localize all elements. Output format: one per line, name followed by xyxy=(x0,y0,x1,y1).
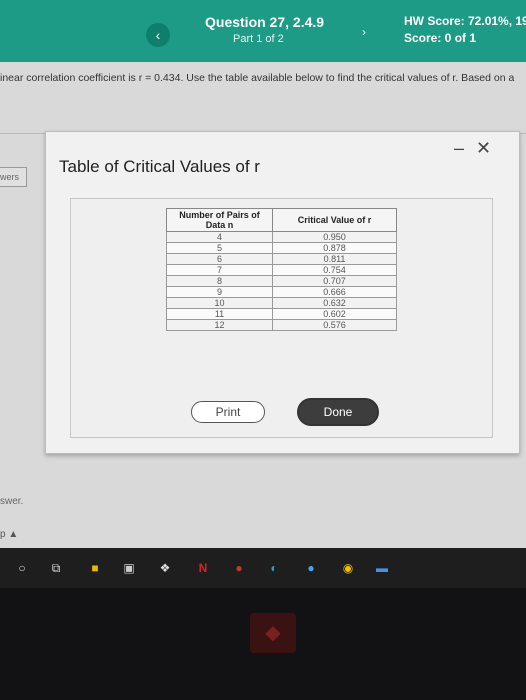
chevron-right-icon: › xyxy=(362,25,366,39)
critical-values-dialog: – ✕ Table of Critical Values of r Number… xyxy=(45,131,520,454)
next-question-button[interactable]: › xyxy=(362,25,366,39)
critical-value-cell: 0.754 xyxy=(272,264,397,276)
table-row: 11 0.602 xyxy=(166,308,397,320)
critical-value-cell: 0.602 xyxy=(272,308,397,320)
question-score: Score: 0 of 1 xyxy=(404,31,477,45)
pairs-cell: 6 xyxy=(166,253,273,265)
task-view-icon[interactable]: ⧉ xyxy=(48,560,64,576)
browser-screen: ‹ Question 27, 2.4.9 Part 1 of 2 › HW Sc… xyxy=(0,0,526,548)
question-part: Part 1 of 2 xyxy=(233,33,284,45)
pairs-cell: 5 xyxy=(166,242,273,254)
edge-icon[interactable]: ◐ xyxy=(266,560,282,576)
app-blue-icon-2[interactable]: ▬ xyxy=(374,560,390,576)
dialog-title: Table of Critical Values of r xyxy=(59,157,260,176)
table-row: 6 0.811 xyxy=(166,253,397,265)
column-header-r: Critical Value of r xyxy=(272,208,397,232)
critical-value-cell: 0.950 xyxy=(272,231,397,243)
chevron-left-icon: ‹ xyxy=(155,27,161,43)
answer-label: swer. xyxy=(0,496,24,507)
close-button[interactable]: ✕ xyxy=(476,138,491,159)
pairs-cell: 10 xyxy=(166,297,273,309)
answers-tab[interactable]: wers xyxy=(0,167,27,187)
critical-value-cell: 0.878 xyxy=(272,242,397,254)
laptop-logo-icon: ◆ xyxy=(250,613,296,653)
app-blue-icon[interactable]: ● xyxy=(303,560,319,576)
chrome-icon[interactable]: ◉ xyxy=(340,560,356,576)
pairs-cell: 11 xyxy=(166,308,273,320)
column-header-n: Number of Pairs of Data n xyxy=(166,208,273,232)
close-icon: ✕ xyxy=(476,138,492,158)
minimize-button[interactable]: – xyxy=(454,138,464,159)
critical-values-table: Number of Pairs of Data n Critical Value… xyxy=(166,208,397,331)
dropbox-icon[interactable]: ❖ xyxy=(157,560,173,576)
table-row: 9 0.666 xyxy=(166,286,397,298)
question-header: ‹ Question 27, 2.4.9 Part 1 of 2 › HW Sc… xyxy=(0,0,526,62)
side-arrow-label: p ▲ xyxy=(0,529,19,540)
critical-value-cell: 0.811 xyxy=(272,253,397,265)
app-icon[interactable]: ● xyxy=(231,560,247,576)
table-body: 4 0.950 5 0.878 6 0.811 7 0.754 8 0.707 9 0.666 10 0.… xyxy=(166,231,397,331)
done-button[interactable]: Done xyxy=(297,398,379,426)
pairs-cell: 12 xyxy=(166,319,273,331)
table-panel: Number of Pairs of Data n Critical Value… xyxy=(70,198,493,438)
table-row: 12 0.576 xyxy=(166,319,397,331)
minimize-icon: – xyxy=(454,138,465,158)
netflix-icon[interactable]: N xyxy=(195,560,211,576)
laptop-bezel: ◆ xyxy=(0,588,526,700)
table-row: 5 0.878 xyxy=(166,242,397,254)
question-text: inear correlation coefficient is r = 0.4… xyxy=(0,72,515,84)
critical-value-cell: 0.666 xyxy=(272,286,397,298)
table-row: 7 0.754 xyxy=(166,264,397,276)
question-title: Question 27, 2.4.9 xyxy=(205,14,325,30)
pairs-cell: 9 xyxy=(166,286,273,298)
file-explorer-icon[interactable]: ■ xyxy=(87,560,103,576)
pairs-cell: 8 xyxy=(166,275,273,287)
critical-value-cell: 0.576 xyxy=(272,319,397,331)
pairs-cell: 7 xyxy=(166,264,273,276)
hw-score: HW Score: 72.01%, 19 xyxy=(404,14,526,28)
search-icon[interactable]: ○ xyxy=(14,560,30,576)
store-icon[interactable]: ▣ xyxy=(121,560,137,576)
table-row: 4 0.950 xyxy=(166,231,397,243)
print-button[interactable]: Print xyxy=(191,401,265,423)
taskbar: ○ ⧉ ■ ▣ ❖ N ● ◐ ● ◉ ▬ xyxy=(0,548,526,588)
pairs-cell: 4 xyxy=(166,231,273,243)
table-row: 8 0.707 xyxy=(166,275,397,287)
previous-question-button[interactable]: ‹ xyxy=(146,23,170,47)
table-row: 10 0.632 xyxy=(166,297,397,309)
critical-value-cell: 0.632 xyxy=(272,297,397,309)
critical-value-cell: 0.707 xyxy=(272,275,397,287)
